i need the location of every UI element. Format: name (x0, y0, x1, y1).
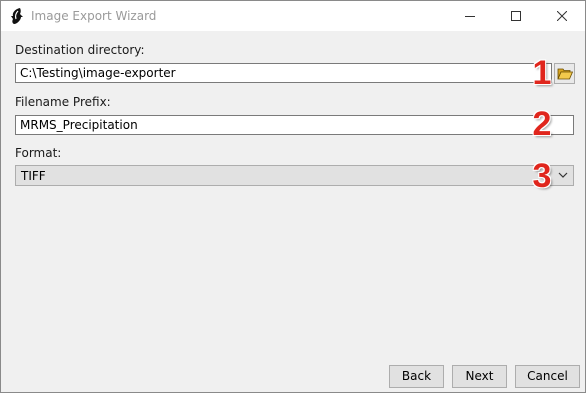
format-selected-value: TIFF (21, 169, 46, 183)
minimize-button[interactable] (447, 1, 493, 31)
destination-label: Destination directory: (15, 43, 145, 57)
minimize-icon (465, 16, 475, 17)
maximize-button[interactable] (493, 1, 539, 31)
maximize-icon (511, 11, 521, 21)
browse-folder-button[interactable] (554, 63, 575, 84)
back-button[interactable]: Back (389, 365, 444, 388)
annotation-marker-3: 3 (532, 157, 552, 195)
window-title: Image Export Wizard (31, 9, 157, 23)
annotation-marker-1: 1 (532, 54, 552, 92)
close-button[interactable] (539, 1, 585, 31)
app-logo-icon (11, 8, 23, 24)
chevron-down-icon (558, 172, 568, 178)
image-export-wizard-window: Image Export Wizard Destination director… (0, 0, 586, 393)
annotation-marker-2: 2 (532, 105, 552, 143)
close-icon (557, 11, 567, 21)
title-bar[interactable]: Image Export Wizard (1, 1, 585, 31)
format-select[interactable]: TIFF (15, 165, 574, 186)
folder-open-icon (556, 68, 573, 80)
filename-prefix-input[interactable]: MRMS_Precipitation (15, 115, 574, 135)
destination-directory-input[interactable]: C:\Testing\image-exporter (15, 63, 552, 83)
next-button[interactable]: Next (452, 365, 507, 388)
format-label: Format: (15, 146, 62, 160)
filename-prefix-label: Filename Prefix: (15, 95, 111, 109)
cancel-button[interactable]: Cancel (515, 365, 580, 388)
